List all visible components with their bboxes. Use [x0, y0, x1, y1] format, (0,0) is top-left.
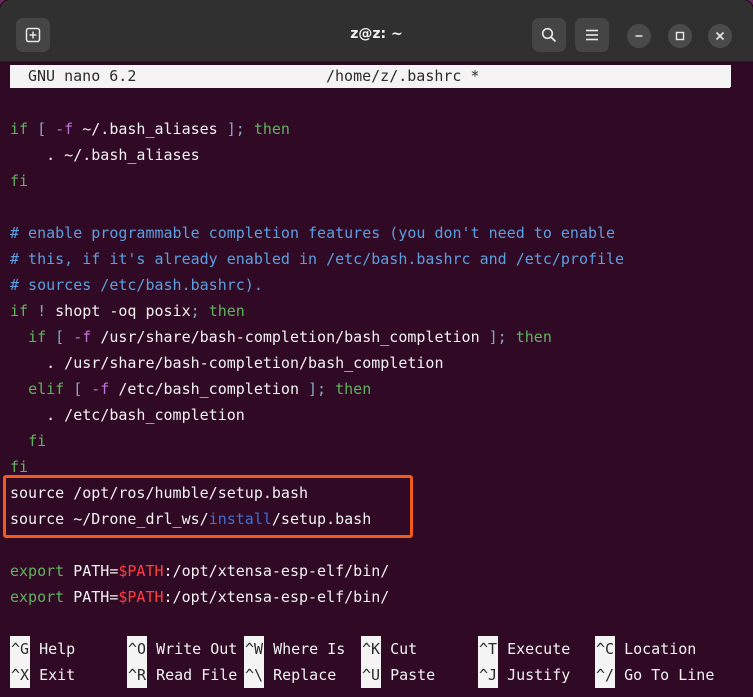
code-line-1: if [ -f ~/.bash_aliases ]; then	[10, 120, 290, 138]
code-line-8: if [ -f /usr/share/bash-completion/bash_…	[28, 328, 552, 346]
minimize-button[interactable]	[627, 24, 651, 48]
shortcut-replace[interactable]: ^\ Replace	[244, 662, 336, 688]
export-path-line-2: export PATH=$PATH:/opt/xtensa-esp-elf/bi…	[10, 588, 390, 606]
comment-line-2: # this, if it's already enabled in /etc/…	[10, 250, 625, 268]
comment-line-1: # enable programmable completion feature…	[10, 224, 616, 242]
code-line-10: elif [ -f /etc/bash_completion ]; then	[28, 380, 372, 398]
highlight-box	[3, 475, 413, 538]
nano-filename: /home/z/.bashrc *	[326, 67, 480, 85]
shortcut-execute[interactable]: ^T Execute	[478, 636, 570, 662]
code-line-12: fi	[28, 432, 47, 450]
code-line-3: fi	[10, 172, 29, 190]
close-icon	[715, 31, 725, 41]
shortcut-read-file[interactable]: ^R Read File	[127, 662, 237, 688]
minimize-icon	[635, 35, 643, 37]
shortcut-help[interactable]: ^G Help	[10, 636, 75, 662]
nano-version: GNU nano 6.2	[28, 67, 137, 85]
title-bar: z@z: ~	[0, 0, 753, 62]
menu-button[interactable]	[575, 18, 609, 52]
code-line-9: . /usr/share/bash-completion/bash_comple…	[46, 354, 444, 372]
code-line-11: . /etc/bash_completion	[46, 406, 245, 424]
shortcut-write-out[interactable]: ^O Write Out	[127, 636, 237, 662]
code-line-2: . ~/.bash_aliases	[46, 146, 200, 164]
search-icon	[541, 27, 557, 43]
terminal-content[interactable]: GNU nano 6.2 /home/z/.bashrc * if [ -f ~…	[0, 62, 753, 697]
shortcut-location[interactable]: ^C Location	[595, 636, 696, 662]
shortcut-justify[interactable]: ^J Justify	[478, 662, 570, 688]
nano-header-bar: GNU nano 6.2 /home/z/.bashrc *	[10, 65, 730, 88]
maximize-button[interactable]	[668, 24, 692, 48]
shortcut-cut[interactable]: ^K Cut	[361, 636, 417, 662]
shortcut-paste[interactable]: ^U Paste	[361, 662, 435, 688]
shortcut-go-to-line[interactable]: ^/Go To Line	[595, 662, 714, 688]
maximize-icon	[675, 31, 685, 41]
shortcut-where-is[interactable]: ^W Where Is	[244, 636, 345, 662]
comment-line-3: # sources /etc/bash.bashrc).	[10, 276, 263, 294]
export-path-line-1: export PATH=$PATH:/opt/xtensa-esp-elf/bi…	[10, 562, 390, 580]
search-button[interactable]	[532, 18, 566, 52]
text-cursor	[727, 65, 731, 87]
shortcut-row-1: ^G Help ^O Write Out ^W Where Is ^K Cut ^T Ex…	[10, 636, 750, 662]
terminal-window: z@z: ~ GNU nano 6.2 /home/z/.bashrc * if…	[0, 0, 753, 697]
hamburger-menu-icon	[586, 29, 598, 41]
shortcut-row-2: ^X Exit ^R Read File ^\ Replace ^U Paste ^J J…	[10, 662, 750, 688]
close-button[interactable]	[708, 24, 732, 48]
shortcut-exit[interactable]: ^X Exit	[10, 662, 75, 688]
code-line-7: if ! shopt -oq posix; then	[10, 302, 245, 320]
